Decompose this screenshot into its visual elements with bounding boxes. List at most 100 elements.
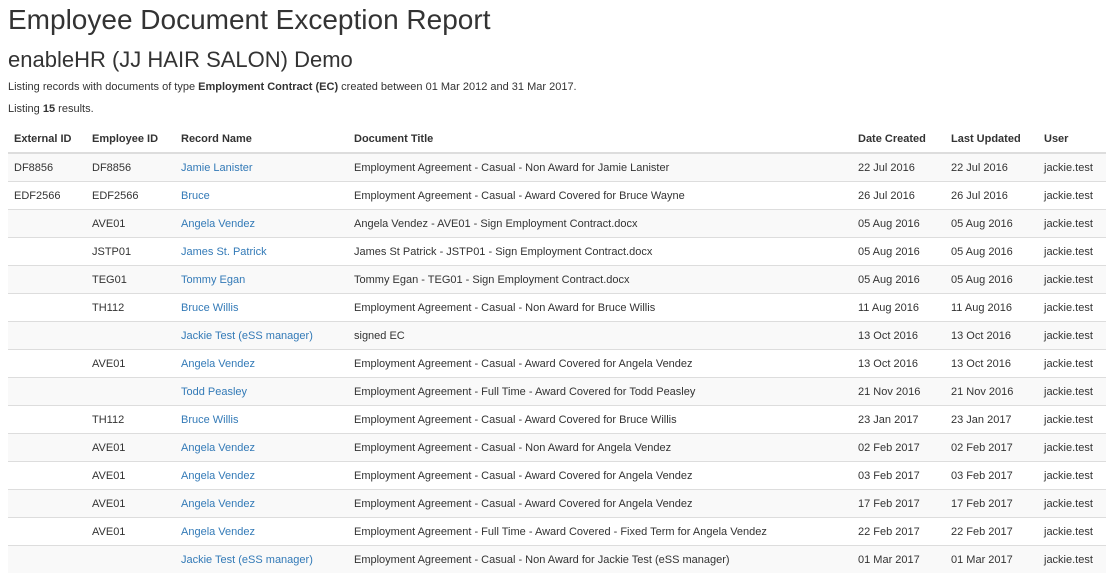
cell-date-created: 05 Aug 2016 [852, 237, 945, 266]
report-criteria: Listing records with documents of type E… [8, 80, 577, 94]
cell-record-name: James St. Patrick [175, 237, 348, 266]
cell-document-title: Employment Agreement - Casual - Award Co… [348, 405, 852, 434]
table-row: Todd Peasley Employment Agreement - Full … [8, 377, 1106, 406]
cell-external-id [8, 545, 86, 573]
cell-user: jackie.test [1038, 321, 1106, 350]
result-count: Listing 15 results. [8, 102, 94, 116]
column-header-employee-id[interactable]: Employee ID [86, 125, 175, 154]
record-name-link[interactable]: Jamie Lanister [181, 162, 253, 174]
table-row: EDF2566 EDF2566 Bruce Employment Agreement … [8, 181, 1106, 210]
record-name-link[interactable]: James St. Patrick [181, 246, 267, 258]
record-name-link[interactable]: Angela Vendez [181, 442, 255, 454]
cell-user: jackie.test [1038, 489, 1106, 518]
cell-record-name: Angela Vendez [175, 433, 348, 462]
cell-document-title: Employment Agreement - Casual - Non Awar… [348, 545, 852, 573]
cell-date-created: 01 Mar 2017 [852, 545, 945, 573]
cell-document-title: Employment Agreement - Casual - Award Co… [348, 489, 852, 518]
cell-date-created: 05 Aug 2016 [852, 209, 945, 238]
cell-external-id [8, 237, 86, 266]
record-name-link[interactable]: Jackie Test (eSS manager) [181, 554, 313, 566]
cell-user: jackie.test [1038, 265, 1106, 294]
record-name-link[interactable]: Angela Vendez [181, 526, 255, 538]
cell-external-id [8, 517, 86, 546]
cell-employee-id [86, 377, 175, 406]
cell-user: jackie.test [1038, 293, 1106, 322]
record-name-link[interactable]: Bruce Willis [181, 414, 238, 426]
record-name-link[interactable]: Angela Vendez [181, 358, 255, 370]
table-row: JSTP01 James St. Patrick James St Patrick … [8, 237, 1106, 266]
cell-document-title: Angela Vendez - AVE01 - Sign Employment … [348, 209, 852, 238]
cell-user: jackie.test [1038, 377, 1106, 406]
table-row: DF8856 DF8856 Jamie Lanister Employment Agr… [8, 152, 1106, 182]
cell-record-name: Angela Vendez [175, 349, 348, 378]
cell-user: jackie.test [1038, 517, 1106, 546]
cell-document-title: Employment Agreement - Casual - Award Co… [348, 461, 852, 490]
record-name-link[interactable]: Jackie Test (eSS manager) [181, 330, 313, 342]
record-name-link[interactable]: Angela Vendez [181, 218, 255, 230]
cell-date-created: 13 Oct 2016 [852, 349, 945, 378]
cell-last-updated: 13 Oct 2016 [945, 321, 1038, 350]
record-name-link[interactable]: Tommy Egan [181, 274, 245, 286]
report-table: External ID Employee ID Record Name Docu… [8, 125, 1106, 573]
cell-record-name: Angela Vendez [175, 489, 348, 518]
cell-employee-id: AVE01 [86, 517, 175, 546]
cell-date-created: 22 Feb 2017 [852, 517, 945, 546]
table-row: Jackie Test (eSS manager) signed EC 13 Oct… [8, 321, 1106, 350]
cell-last-updated: 02 Feb 2017 [945, 433, 1038, 462]
cell-external-id: EDF2566 [8, 181, 86, 210]
column-header-external-id[interactable]: External ID [8, 125, 86, 154]
table-row: AVE01 Angela Vendez Employment Agreement -… [8, 517, 1106, 546]
cell-user: jackie.test [1038, 545, 1106, 573]
cell-last-updated: 17 Feb 2017 [945, 489, 1038, 518]
cell-last-updated: 22 Feb 2017 [945, 517, 1038, 546]
document-type: Employment Contract (EC) [198, 81, 339, 93]
cell-user: jackie.test [1038, 433, 1106, 462]
table-row: AVE01 Angela Vendez Employment Agreement -… [8, 461, 1106, 490]
cell-date-created: 17 Feb 2017 [852, 489, 945, 518]
table-header-row: External ID Employee ID Record Name Docu… [8, 125, 1106, 154]
cell-date-created: 11 Aug 2016 [852, 293, 945, 322]
cell-employee-id: TEG01 [86, 265, 175, 294]
cell-last-updated: 22 Jul 2016 [945, 152, 1038, 182]
cell-record-name: Angela Vendez [175, 517, 348, 546]
cell-employee-id: DF8856 [86, 152, 175, 182]
cell-date-created: 05 Aug 2016 [852, 265, 945, 294]
cell-record-name: Todd Peasley [175, 377, 348, 406]
cell-employee-id [86, 321, 175, 350]
cell-employee-id: AVE01 [86, 489, 175, 518]
cell-document-title: Employment Agreement - Full Time - Award… [348, 517, 852, 546]
record-name-link[interactable]: Todd Peasley [181, 386, 247, 398]
cell-last-updated: 26 Jul 2016 [945, 181, 1038, 210]
criteria-prefix: Listing records with documents of type [8, 81, 199, 93]
column-header-date-created[interactable]: Date Created [852, 125, 945, 154]
column-header-last-updated[interactable]: Last Updated [945, 125, 1038, 154]
result-count-value: 15 [42, 103, 56, 115]
cell-employee-id: AVE01 [86, 209, 175, 238]
cell-user: jackie.test [1038, 152, 1106, 182]
table-row: AVE01 Angela Vendez Employment Agreement -… [8, 349, 1106, 378]
cell-document-title: Employment Agreement - Casual - Non Awar… [348, 152, 852, 182]
record-name-link[interactable]: Angela Vendez [181, 470, 255, 482]
record-name-link[interactable]: Angela Vendez [181, 498, 255, 510]
record-name-link[interactable]: Bruce [181, 190, 210, 202]
cell-date-created: 13 Oct 2016 [852, 321, 945, 350]
cell-date-created: 02 Feb 2017 [852, 433, 945, 462]
column-header-record-name[interactable]: Record Name [175, 125, 348, 154]
cell-last-updated: 05 Aug 2016 [945, 237, 1038, 266]
cell-employee-id: AVE01 [86, 349, 175, 378]
column-header-document-title[interactable]: Document Title [348, 125, 852, 154]
record-name-link[interactable]: Bruce Willis [181, 302, 238, 314]
cell-record-name: Bruce Willis [175, 405, 348, 434]
cell-last-updated: 21 Nov 2016 [945, 377, 1038, 406]
cell-external-id [8, 349, 86, 378]
cell-document-title: Employment Agreement - Casual - Award Co… [348, 181, 852, 210]
page-title: Employee Document Exception Report [8, 4, 491, 35]
result-count-suffix: results. [55, 103, 94, 115]
cell-record-name: Jamie Lanister [175, 152, 348, 182]
cell-external-id [8, 433, 86, 462]
cell-user: jackie.test [1038, 181, 1106, 210]
cell-external-id [8, 489, 86, 518]
cell-external-id: DF8856 [8, 152, 86, 182]
column-header-user[interactable]: User [1038, 125, 1106, 154]
result-count-prefix: Listing [8, 103, 43, 115]
